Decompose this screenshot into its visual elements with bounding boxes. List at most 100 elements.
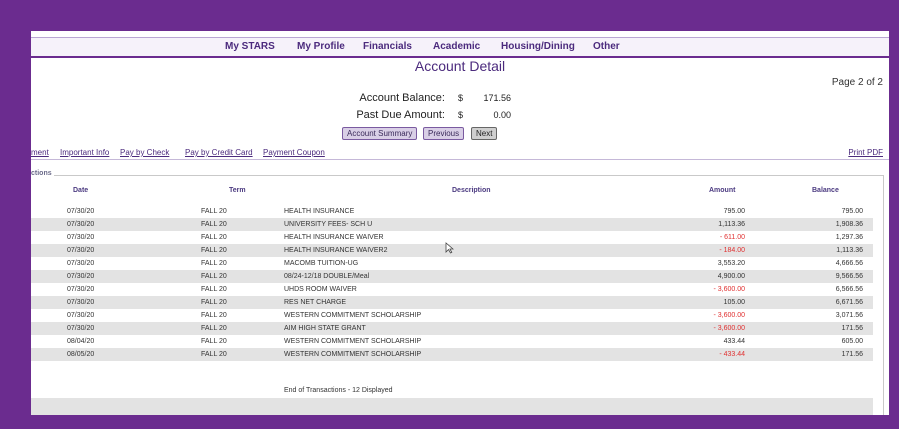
link-pay-by-check[interactable]: Pay by Check: [120, 148, 169, 157]
cell-balance: 605.00: [841, 338, 863, 345]
table-row: 08/04/20 FALL 20 WESTERN COMMITMENT SCHOLA…: [31, 335, 873, 348]
col-header-amount: Amount: [709, 187, 736, 194]
nav-academic[interactable]: Academic: [433, 41, 480, 52]
table-row: 07/30/20 FALL 20 RES NET CHARGE 105.00 6,671…: [31, 296, 873, 309]
cell-date: 07/30/20: [67, 247, 95, 254]
cell-date: 07/30/20: [67, 312, 95, 319]
page-indicator: Page 2 of 2: [831, 77, 883, 88]
cell-date: 08/05/20: [67, 351, 95, 358]
table-row: 07/30/20 FALL 20 AIM HIGH STATE GRANT - 3,6…: [31, 322, 873, 335]
cell-description: HEALTH INSURANCE WAIVER: [284, 234, 384, 241]
cell-date: 07/30/20: [67, 234, 95, 241]
link-pay-by-credit-card[interactable]: Pay by Credit Card: [185, 148, 253, 157]
nav-other[interactable]: Other: [593, 41, 620, 52]
cell-description: HEALTH INSURANCE: [284, 208, 355, 215]
cell-term: FALL 20: [201, 312, 227, 319]
past-due-label: Past Due Amount:: [356, 109, 445, 121]
col-header-date: Date: [73, 187, 89, 194]
link-payment-coupon[interactable]: Payment Coupon: [263, 148, 325, 157]
table-row: 07/30/20 FALL 20 UHDS ROOM WAIVER - 3,600.0…: [31, 283, 873, 296]
cell-description: HEALTH INSURANCE WAIVER2: [284, 247, 388, 254]
cell-term: FALL 20: [201, 273, 227, 280]
nav-my-profile[interactable]: My Profile: [297, 41, 345, 52]
cell-term: FALL 20: [201, 260, 227, 267]
cell-amount: 105.00: [723, 299, 745, 306]
cell-description: UNIVERSITY FEES- SCH U: [284, 221, 373, 228]
cell-description: WESTERN COMMITMENT SCHOLARSHIP: [284, 351, 422, 358]
cell-description: 08/24-12/18 DOUBLE/Meal: [284, 273, 370, 280]
cell-amount: - 3,600.00: [713, 286, 745, 293]
next-button[interactable]: Next: [471, 127, 498, 140]
cell-term: FALL 20: [201, 208, 227, 215]
cell-amount: 4,900.00: [717, 273, 745, 280]
nav-housing-dining[interactable]: Housing/Dining: [501, 41, 575, 52]
app-window: My STARS My Profile Financials Academic …: [31, 31, 889, 415]
cell-description: WESTERN COMMITMENT SCHOLARSHIP: [284, 338, 422, 345]
cell-term: FALL 20: [201, 221, 227, 228]
cell-balance: 4,666.56: [835, 260, 863, 267]
cell-balance: 1,113.36: [836, 247, 863, 254]
account-balance-value: 171.56: [483, 93, 511, 103]
cell-date: 07/30/20: [67, 299, 95, 306]
table-row: 07/30/20 FALL 20 MACOMB TUITION-UG 3,553.20…: [31, 257, 873, 270]
cell-amount: - 433.44: [719, 351, 745, 358]
cell-date: 07/30/20: [67, 221, 95, 228]
link-important-info[interactable]: Important Info: [60, 148, 109, 157]
cell-amount: 1,113.36: [718, 221, 745, 228]
previous-button[interactable]: Previous: [423, 127, 465, 140]
table-row: 07/30/20 FALL 20 HEALTH INSURANCE 795.00 795…: [31, 205, 873, 218]
end-of-transactions: End of Transactions - 12 Displayed: [284, 387, 393, 394]
cell-balance: 3,071.56: [835, 312, 863, 319]
cell-balance: 795.00: [841, 208, 863, 215]
account-balance-currency: $: [458, 93, 464, 103]
cell-balance: 1,908.36: [835, 221, 863, 228]
cell-term: FALL 20: [201, 299, 227, 306]
cell-balance: 6,566.56: [835, 286, 863, 293]
top-nav: My STARS My Profile Financials Academic …: [31, 37, 889, 58]
cell-balance: 6,671.56: [835, 299, 863, 306]
transactions-legend: ctions: [31, 170, 54, 177]
account-summary-button[interactable]: Account Summary: [342, 127, 418, 140]
cell-balance: 9,566.56: [835, 273, 863, 280]
divider: [31, 159, 889, 160]
cell-amount: 3,553.20: [717, 260, 745, 267]
col-header-description: Description: [452, 187, 491, 194]
cell-date: 07/30/20: [67, 208, 95, 215]
col-header-term: Term: [229, 187, 246, 194]
account-balance-label: Account Balance:: [359, 92, 445, 104]
page-title: Account Detail: [414, 58, 506, 74]
col-header-balance: Balance: [812, 187, 839, 194]
cell-amount: 795.00: [723, 208, 745, 215]
cell-balance: 1,297.36: [835, 234, 863, 241]
table-row: 08/05/20 FALL 20 WESTERN COMMITMENT SCHOLA…: [31, 348, 873, 361]
cell-term: FALL 20: [201, 247, 227, 254]
mouse-cursor-icon: [445, 242, 454, 254]
nav-financials[interactable]: Financials: [363, 41, 412, 52]
table-row: 07/30/20 FALL 20 UNIVERSITY FEES- SCH U 1,1…: [31, 218, 873, 231]
cell-description: WESTERN COMMITMENT SCHOLARSHIP: [284, 312, 422, 319]
cell-description: MACOMB TUITION-UG: [284, 260, 359, 267]
cell-date: 07/30/20: [67, 325, 95, 332]
print-pdf-link[interactable]: Print PDF: [848, 148, 883, 157]
past-due-value: 0.00: [493, 110, 511, 120]
cell-amount: - 184.00: [719, 247, 745, 254]
cell-term: FALL 20: [201, 234, 227, 241]
cell-amount: - 611.00: [719, 234, 745, 241]
cell-date: 07/30/20: [67, 286, 95, 293]
table-row: 07/30/20 FALL 20 WESTERN COMMITMENT SCHOLA…: [31, 309, 873, 322]
cell-date: 07/30/20: [67, 273, 95, 280]
past-due-currency: $: [458, 110, 464, 120]
cell-term: FALL 20: [201, 286, 227, 293]
cell-description: UHDS ROOM WAIVER: [284, 286, 357, 293]
cell-term: FALL 20: [201, 325, 227, 332]
nav-my-stars[interactable]: My STARS: [225, 41, 275, 52]
cell-date: 07/30/20: [67, 260, 95, 267]
table-row: 07/30/20 FALL 20 08/24-12/18 DOUBLE/Meal 4,…: [31, 270, 873, 283]
link-payment[interactable]: ment: [31, 148, 49, 157]
cell-term: FALL 20: [201, 351, 227, 358]
cell-date: 08/04/20: [67, 338, 95, 345]
cell-balance: 171.56: [841, 351, 863, 358]
cell-amount: - 3,600.00: [713, 325, 745, 332]
cell-description: AIM HIGH STATE GRANT: [284, 325, 366, 332]
cell-description: RES NET CHARGE: [284, 299, 347, 306]
